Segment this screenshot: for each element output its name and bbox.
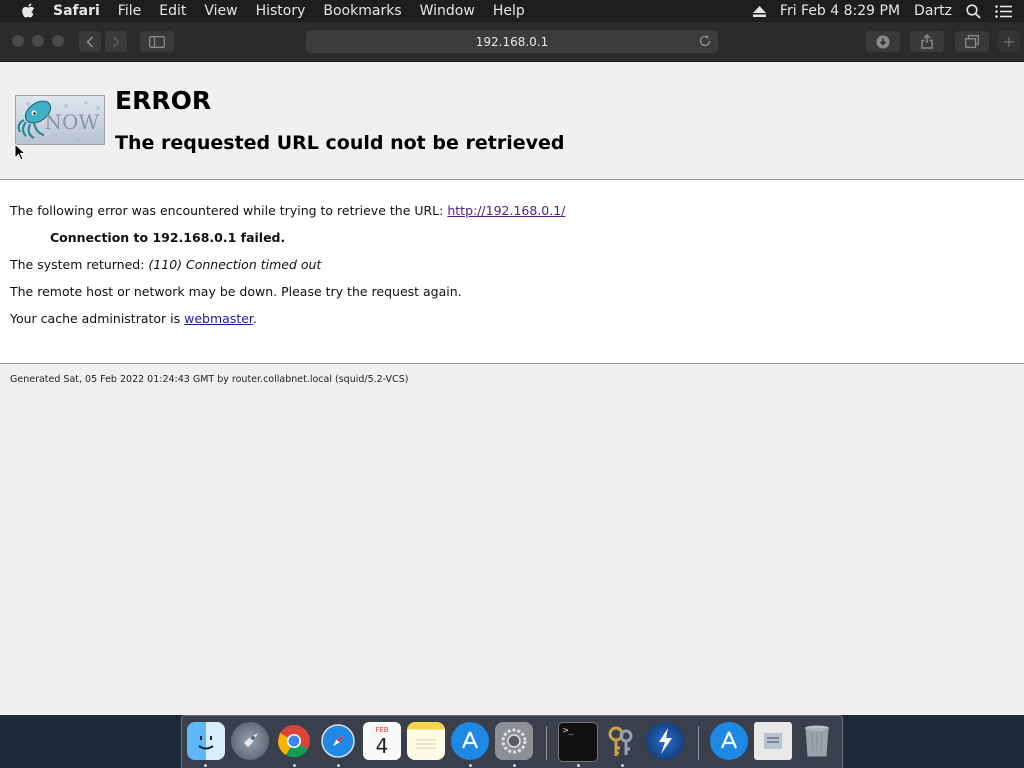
notes-icon[interactable] <box>407 722 445 760</box>
eject-icon[interactable] <box>752 5 766 17</box>
cache-admin-period: . <box>252 311 257 326</box>
finder-icon[interactable] <box>187 722 225 760</box>
back-button[interactable] <box>79 31 101 52</box>
browser-toolbar: 192.168.0.1 <box>0 22 1024 62</box>
mouse-cursor-icon <box>14 143 26 161</box>
chrome-icon[interactable] <box>275 722 313 760</box>
error-header: NOW ERROR The requested URL could not be… <box>0 62 1024 179</box>
logo-text: NOW <box>44 110 99 134</box>
remote-host-message: The remote host or network may be down. … <box>10 284 462 299</box>
app-store-download-icon[interactable] <box>710 722 748 760</box>
trash-icon[interactable] <box>798 722 836 760</box>
menu-window[interactable]: Window <box>420 3 475 19</box>
system-error-value: (110) Connection timed out <box>148 257 322 272</box>
chrome-running-indicator <box>293 764 296 767</box>
calendar-icon[interactable]: FEB 4 <box>363 722 401 760</box>
notification-center-icon[interactable] <box>995 4 1012 18</box>
system-returned-label: The system returned: <box>10 257 149 272</box>
apple-menu-icon[interactable] <box>19 2 37 20</box>
terminal-running-indicator <box>577 764 580 767</box>
requested-url-link[interactable]: http://192.168.0.1/ <box>447 203 565 218</box>
address-bar-url: 192.168.0.1 <box>475 34 549 49</box>
tab-overview-button[interactable] <box>955 31 989 52</box>
footer-divider <box>0 363 1024 364</box>
sidebar-icon <box>149 35 165 48</box>
menu-edit[interactable]: Edit <box>159 3 186 19</box>
error-body: The following error was encountered whil… <box>0 180 1024 363</box>
menu-app-safari[interactable]: Safari <box>53 3 100 19</box>
keychain-running-indicator <box>621 764 624 767</box>
sidebar-toggle-button[interactable] <box>140 31 174 52</box>
menu-view[interactable]: View <box>204 3 237 19</box>
connection-failed-text: Connection to 192.168.0.1 failed. <box>50 230 286 245</box>
tabs-icon <box>965 35 979 48</box>
safari-running-indicator <box>337 764 340 767</box>
keychain-access-icon[interactable] <box>602 722 640 760</box>
error-description-text: The following error was encountered whil… <box>10 203 448 218</box>
address-bar[interactable]: 192.168.0.1 <box>306 30 718 53</box>
generated-footer: Generated Sat, 05 Feb 2022 01:24:43 GMT … <box>10 374 409 385</box>
cache-admin-line: Your cache administrator is webmaster. <box>10 311 257 326</box>
dock-separator <box>546 726 547 760</box>
system-preferences-icon[interactable] <box>495 722 533 760</box>
forward-button[interactable] <box>105 31 127 52</box>
downloads-button[interactable] <box>866 31 900 52</box>
share-icon <box>921 34 933 49</box>
page-content: NOW ERROR The requested URL could not be… <box>0 62 1024 715</box>
calendar-day: 4 <box>375 733 389 758</box>
new-tab-button[interactable] <box>998 31 1020 52</box>
zoom-window-button[interactable] <box>52 35 64 47</box>
documents-stack-icon[interactable] <box>754 722 792 760</box>
plus-icon <box>1004 36 1014 47</box>
menu-bookmarks[interactable]: Bookmarks <box>323 3 401 19</box>
download-icon <box>876 35 890 48</box>
error-description: The following error was encountered whil… <box>10 203 565 218</box>
app-store-running-indicator <box>469 764 472 767</box>
menu-bar: Safari File Edit View History Bookmarks … <box>0 0 1024 22</box>
menubar-clock[interactable]: Fri Feb 4 8:29 PM <box>780 3 900 19</box>
network-utility-icon[interactable] <box>646 722 684 760</box>
menu-file[interactable]: File <box>118 3 141 19</box>
dock-separator-2 <box>698 726 699 760</box>
menu-history[interactable]: History <box>256 3 306 19</box>
chevron-left-icon <box>86 35 94 48</box>
dock: FEB 4 >_ <box>181 715 843 768</box>
safari-window: 192.168.0.1 NOW ERROR The requested URL … <box>0 22 1024 715</box>
chevron-right-icon <box>112 35 120 48</box>
error-subtitle: The requested URL could not be retrieved <box>115 132 565 154</box>
launchpad-icon[interactable] <box>231 722 269 760</box>
cache-admin-label: Your cache administrator is <box>10 311 185 326</box>
close-window-button[interactable] <box>12 35 24 47</box>
system-preferences-running-indicator <box>513 764 516 767</box>
menubar-user[interactable]: Dartz <box>914 3 952 19</box>
safari-icon[interactable] <box>319 722 357 760</box>
menu-help[interactable]: Help <box>493 3 525 19</box>
squid-logo: NOW <box>15 95 105 145</box>
error-title: ERROR <box>115 86 212 115</box>
minimize-window-button[interactable] <box>32 35 44 47</box>
spotlight-search-icon[interactable] <box>966 3 981 19</box>
finder-running-indicator <box>204 764 207 767</box>
system-returned: The system returned: (110) Connection ti… <box>10 257 321 272</box>
webmaster-link[interactable]: webmaster <box>184 311 253 326</box>
reload-icon[interactable] <box>698 34 712 51</box>
terminal-icon[interactable]: >_ <box>558 722 598 762</box>
app-store-icon[interactable] <box>451 722 489 760</box>
share-button[interactable] <box>910 31 944 52</box>
